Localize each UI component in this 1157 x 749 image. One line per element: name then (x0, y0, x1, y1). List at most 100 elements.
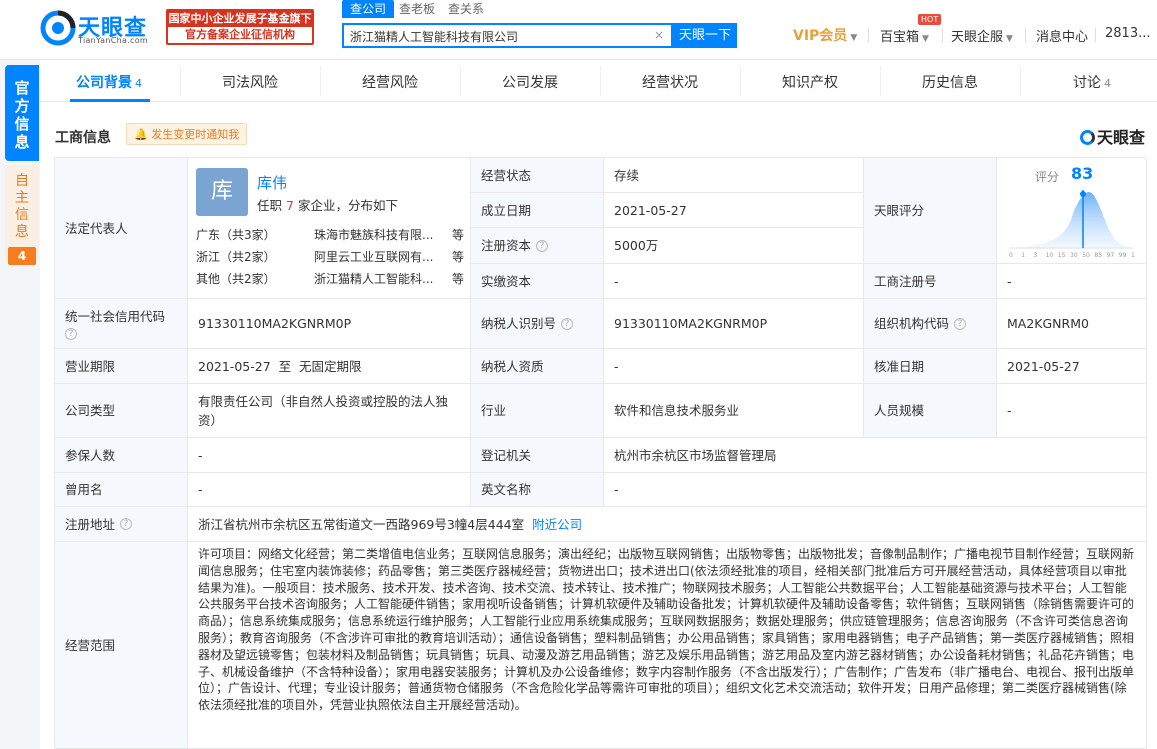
section-title: 工商信息 (55, 130, 111, 146)
org-code-label: 组织机构代码? (864, 299, 997, 349)
tab-discussion[interactable]: 讨论 4 (1073, 72, 1111, 92)
nav-divider (1095, 28, 1096, 42)
nearby-companies-link[interactable]: 附近公司 (532, 515, 582, 534)
brand-mark: 天眼查 (1080, 124, 1145, 148)
promo-line-2: 官方备案企业征信机构 (168, 27, 312, 43)
score-tick-label: 30 (1070, 252, 1078, 259)
tab-company-development[interactable]: 公司发展 (502, 72, 558, 92)
message-center-link[interactable]: 消息中心 (1036, 26, 1088, 45)
region-company-link[interactable]: 浙江猫精人工智能科... (314, 270, 433, 289)
label-text: 纳税人识别号 (481, 316, 557, 331)
help-icon[interactable]: ? (65, 328, 77, 340)
site-logo[interactable]: 天眼查 TianYanCha.com (40, 10, 160, 46)
tab-label: 公司背景 (76, 75, 132, 91)
bell-icon: 🔔 (134, 128, 152, 141)
official-char: 息 (14, 133, 30, 151)
company-type-label: 公司类型 (55, 384, 188, 438)
logo-subtext: TianYanCha.com (78, 36, 148, 45)
eye-logo-icon (40, 10, 76, 46)
address-label: 注册地址? (55, 507, 188, 542)
paid-capital-label: 实缴资本 (471, 264, 604, 299)
brand-text: 天眼查 (1097, 128, 1146, 147)
tab-label: 讨论 (1073, 75, 1101, 91)
insured-label: 参保人数 (55, 438, 188, 473)
approve-date-label: 核准日期 (864, 349, 997, 384)
official-char: 信 (14, 115, 30, 133)
tab-count: 4 (135, 77, 142, 90)
search-box: × (342, 23, 673, 48)
business-scope-value: 许可项目：网络文化经营；第二类增值电信业务；互联网信息服务；演出经纪；出版物互联… (188, 542, 1147, 749)
business-scope-label: 经营范围 (55, 542, 188, 749)
tab-count: 4 (1104, 77, 1111, 90)
region-name: 广东（共3家） (196, 228, 276, 242)
tab-divider (1020, 66, 1021, 96)
reg-no-label: 工商注册号 (864, 264, 997, 299)
self-char: 主 (15, 190, 29, 206)
english-name-value: - (604, 473, 1147, 507)
region-company-link[interactable]: 阿里云工业互联网有... (314, 248, 433, 267)
tab-company-background[interactable]: 公司背景 4 (76, 72, 142, 92)
former-name-value: - (188, 473, 471, 507)
qiye-label: 天眼企服 (951, 30, 1004, 45)
insured-value: - (188, 438, 471, 473)
tab-intellectual-property[interactable]: 知识产权 (782, 72, 838, 92)
vip-menu[interactable]: VIP会员 ▼ (793, 25, 857, 45)
score-tick-label: 85 (1094, 252, 1102, 259)
help-icon[interactable]: ? (954, 317, 967, 330)
search-input[interactable] (350, 28, 640, 44)
legal-rep-name[interactable]: 库伟 (257, 174, 287, 193)
promo-banner[interactable]: 国家中小企业发展子基金旗下 官方备案企业征信机构 (166, 9, 314, 45)
industry-label: 行业 (471, 384, 604, 438)
credit-code-value: 91330110MA2KGNRM0P (188, 299, 471, 349)
label-text: 注册地址 (65, 516, 116, 532)
org-code-value: MA2KGNRM0 (997, 299, 1147, 349)
authority-value: 杭州市余杭区市场监督管理局 (604, 438, 1147, 473)
staff-size-label: 人员规模 (864, 384, 997, 438)
chevron-down-icon: ▼ (850, 33, 858, 43)
search-tab-boss[interactable]: 查老板 (399, 0, 435, 18)
baibao-menu[interactable]: 百宝箱 ▼ (880, 26, 929, 45)
qiye-menu[interactable]: 天眼企服 ▼ (951, 26, 1013, 45)
paid-capital-value: - (604, 264, 864, 299)
notify-change-button[interactable]: 🔔 发生变更时通知我 (126, 123, 248, 145)
score-label: 天眼评分 (864, 158, 997, 264)
reg-no-value: - (997, 264, 1147, 299)
help-icon[interactable]: ? (561, 317, 574, 330)
region-company-link[interactable]: 珠海市魅族科技有限... (314, 226, 433, 245)
former-name-label: 曾用名 (55, 473, 188, 507)
tab-operating-status[interactable]: 经营状况 (642, 72, 698, 92)
tab-bar: 公司背景 4 司法风险 经营风险 公司发展 经营状况 知识产权 历史信息 讨论 4 (40, 60, 1157, 102)
nav-divider (942, 28, 943, 42)
search-tab-relation[interactable]: 查关系 (448, 0, 484, 18)
main-card: 公司背景 4 司法风险 经营风险 公司发展 经营状况 知识产权 历史信息 讨论 4 … (40, 60, 1157, 749)
search-button[interactable]: 天眼一下 (673, 23, 737, 48)
tab-divider (740, 66, 741, 96)
top-header: 天眼查 TianYanCha.com 国家中小企业发展子基金旗下 官方备案企业征… (0, 0, 1157, 60)
official-info-tab[interactable]: 官 方 信 息 (5, 65, 39, 161)
address-value: 浙江省杭州市余杭区五常街道文一西路969号3幢4层444室 附近公司 (188, 507, 1147, 542)
tab-divider (320, 66, 321, 96)
self-info-tab[interactable]: 自 主 信 息 4 (5, 165, 39, 265)
official-char: 官 (14, 79, 30, 97)
score-tick-label: 97 (1107, 252, 1115, 259)
clear-icon[interactable]: × (654, 28, 664, 42)
tab-history[interactable]: 历史信息 (922, 72, 978, 92)
tab-operating-risk[interactable]: 经营风险 (362, 72, 418, 92)
founded-value: 2021-05-27 (604, 193, 864, 228)
score-tick-label: 1 (1021, 252, 1025, 259)
help-icon[interactable]: ? (536, 239, 549, 252)
score-cell[interactable]: 评分 83 0 1 3 10 15 30 50 85 97 99 100 (997, 158, 1147, 264)
user-menu[interactable]: 2813... (1105, 26, 1150, 41)
region-name: 其他（共2家） (196, 272, 276, 286)
tab-divider (460, 66, 461, 96)
search-tab-company[interactable]: 查公司 (342, 0, 395, 18)
score-tick-label: 3 (1033, 252, 1037, 259)
nav-divider (1025, 28, 1026, 42)
help-icon[interactable]: ? (120, 518, 133, 530)
legal-rep-label: 法定代表人 (55, 158, 188, 299)
address-text: 浙江省杭州市余杭区五常街道文一西路969号3幢4层444室 (198, 516, 525, 532)
avatar[interactable]: 库 (196, 168, 248, 216)
score-tick-label: 15 (1058, 252, 1066, 259)
tab-judicial-risk[interactable]: 司法风险 (222, 72, 278, 92)
self-char: 息 (15, 224, 29, 240)
